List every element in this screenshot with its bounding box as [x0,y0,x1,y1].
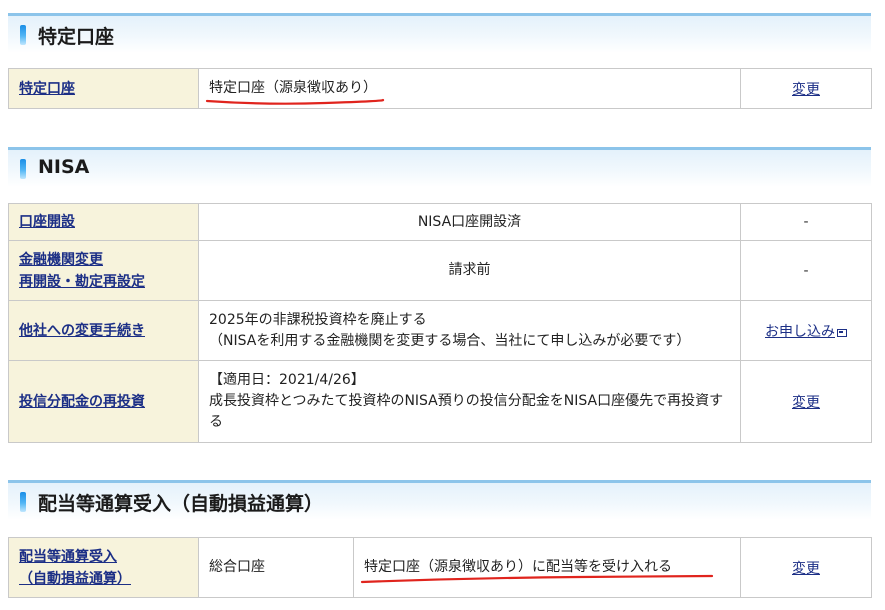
haito-value-text: 特定口座（源泉徴収あり）に配当等を受け入れる [364,559,672,575]
action-cell: お申し込み [740,300,872,361]
value-cell: 2025年の非課税投資枠を廃止する （NISAを利用する金融機関を変更する場合、… [198,300,741,361]
red-underline-annotation [360,574,714,584]
section-header-nisa: NISA [8,147,871,187]
value-cell: 総合口座 [198,537,354,598]
section-marker-icon [20,492,26,512]
section-marker-icon [20,25,26,45]
label-cell: 特定口座 [8,68,199,109]
action-cell: 変更 [740,68,872,109]
external-window-icon [837,328,847,337]
label-cell: 金融機関変更 再開設・勘定再設定 [8,240,199,301]
dividend-offset-link[interactable]: 配当等通算受入 [19,549,117,565]
value-cell: 特定口座（源泉徴収あり）に配当等を受け入れる [353,537,741,598]
tokutei-link[interactable]: 特定口座 [19,81,75,97]
reinvest-link[interactable]: 投信分配金の再投資 [19,394,145,410]
reopen-link[interactable]: 再開設・勘定再設定 [19,274,145,290]
section-title-nisa: NISA [38,156,90,178]
table-row: 配当等通算受入 （自動損益通算） 総合口座 特定口座（源泉徴収あり）に配当等を受… [8,537,872,598]
value-line: 【適用日：2021/4/26】 [209,372,365,388]
value-cell: 【適用日：2021/4/26】 成長投資枠とつみたて投資枠のNISA預りの投信分… [198,360,741,443]
table-row: 特定口座 特定口座（源泉徴収あり） 変更 [8,68,872,109]
value-cell: 特定口座（源泉徴収あり） [198,68,741,109]
table-row: 口座開設 NISA口座開設済 - [8,203,872,241]
section-title-tokutei: 特定口座 [38,26,115,48]
tokutei-change-link[interactable]: 変更 [792,82,820,98]
value-description: 成長投資枠とつみたて投資枠のNISA預りの投信分配金をNISA口座優先で再投資す… [209,393,724,430]
section-header-tokutei: 特定口座 [8,13,871,53]
table-row: 金融機関変更 再開設・勘定再設定 請求前 - [8,240,872,301]
reinvest-change-link[interactable]: 変更 [792,395,820,411]
auto-offset-link[interactable]: （自動損益通算） [19,571,131,587]
action-cell: - [740,203,872,241]
institution-change-link[interactable]: 金融機関変更 [19,252,103,268]
value-cell: 請求前 [198,240,741,301]
table-row: 他社への変更手続き 2025年の非課税投資枠を廃止する （NISAを利用する金融… [8,300,872,361]
nisa-table: 口座開設 NISA口座開設済 - 金融機関変更 再開設・勘定再設定 請求前 - … [8,203,872,443]
label-cell: 口座開設 [8,203,199,241]
transfer-procedure-link[interactable]: 他社への変更手続き [19,323,145,339]
apply-link[interactable]: お申し込み [765,324,835,340]
section-marker-icon [20,159,26,179]
account-open-link[interactable]: 口座開設 [19,214,75,230]
haito-value: 特定口座（源泉徴収あり）に配当等を受け入れる [360,557,714,584]
table-row: 投信分配金の再投資 【適用日：2021/4/26】 成長投資枠とつみたて投資枠の… [8,360,872,443]
value-note: （NISAを利用する金融機関を変更する場合、当社にて申し込みが必要です） [209,332,691,349]
tokutei-value-text: 特定口座（源泉徴収あり） [209,80,377,96]
label-cell: 投信分配金の再投資 [8,360,199,443]
action-cell: 変更 [740,360,872,443]
tokutei-table: 特定口座 特定口座（源泉徴収あり） 変更 [8,68,872,109]
tokutei-value: 特定口座（源泉徴収あり） [205,78,385,105]
value-cell: NISA口座開設済 [198,203,741,241]
value-line: 2025年の非課税投資枠を廃止する [209,311,427,328]
label-cell: 他社への変更手続き [8,300,199,361]
haito-table: 配当等通算受入 （自動損益通算） 総合口座 特定口座（源泉徴収あり）に配当等を受… [8,537,872,598]
section-header-haito: 配当等通算受入（自動損益通算） [8,480,871,520]
red-underline-annotation [205,98,385,105]
action-cell: - [740,240,872,301]
action-cell: 変更 [740,537,872,598]
section-title-haito: 配当等通算受入（自動損益通算） [38,493,324,515]
haito-change-link[interactable]: 変更 [792,561,820,577]
label-cell: 配当等通算受入 （自動損益通算） [8,537,199,598]
